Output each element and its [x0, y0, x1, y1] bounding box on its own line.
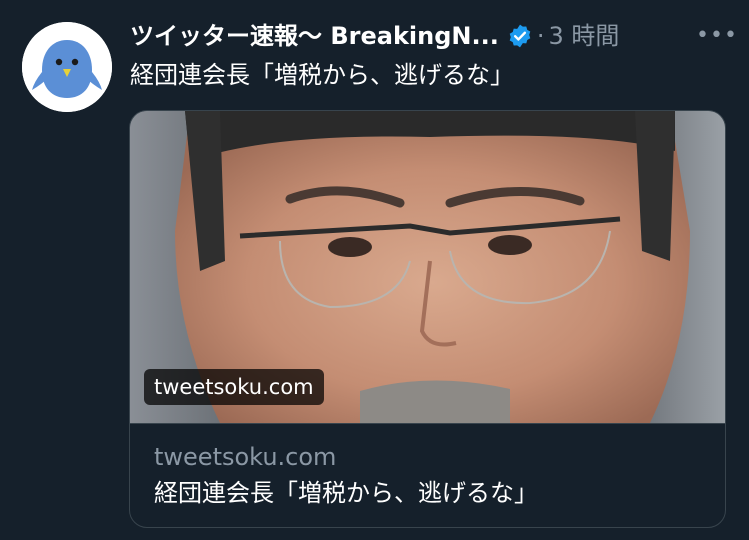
card-image-domain-label: tweetsoku.com — [144, 369, 324, 405]
separator-dot: · — [536, 22, 545, 50]
card-domain: tweetsoku.com — [154, 443, 337, 471]
card-meta[interactable]: tweetsoku.com 経団連会長「増税から、逃げるな」 — [130, 423, 725, 527]
verified-badge-icon — [509, 24, 531, 48]
link-card[interactable]: tweetsoku.com tweetsoku.com 経団連会長「増税から、逃… — [129, 110, 726, 528]
tweet-text: 経団連会長「増税から、逃げるな」 — [130, 61, 514, 89]
timestamp[interactable]: 3 時間 — [549, 18, 620, 54]
more-options-icon[interactable]: ••• — [696, 18, 737, 54]
card-title: 経団連会長「増税から、逃げるな」 — [154, 479, 538, 507]
avatar[interactable] — [22, 22, 112, 112]
bluebird-avatar-icon — [22, 22, 112, 112]
card-image[interactable]: tweetsoku.com — [130, 111, 725, 423]
tweet-header: ツイッター速報〜 BreakingN... · 3 時間 ••• — [130, 18, 737, 54]
display-name[interactable]: ツイッター速報〜 BreakingN... — [130, 18, 499, 54]
